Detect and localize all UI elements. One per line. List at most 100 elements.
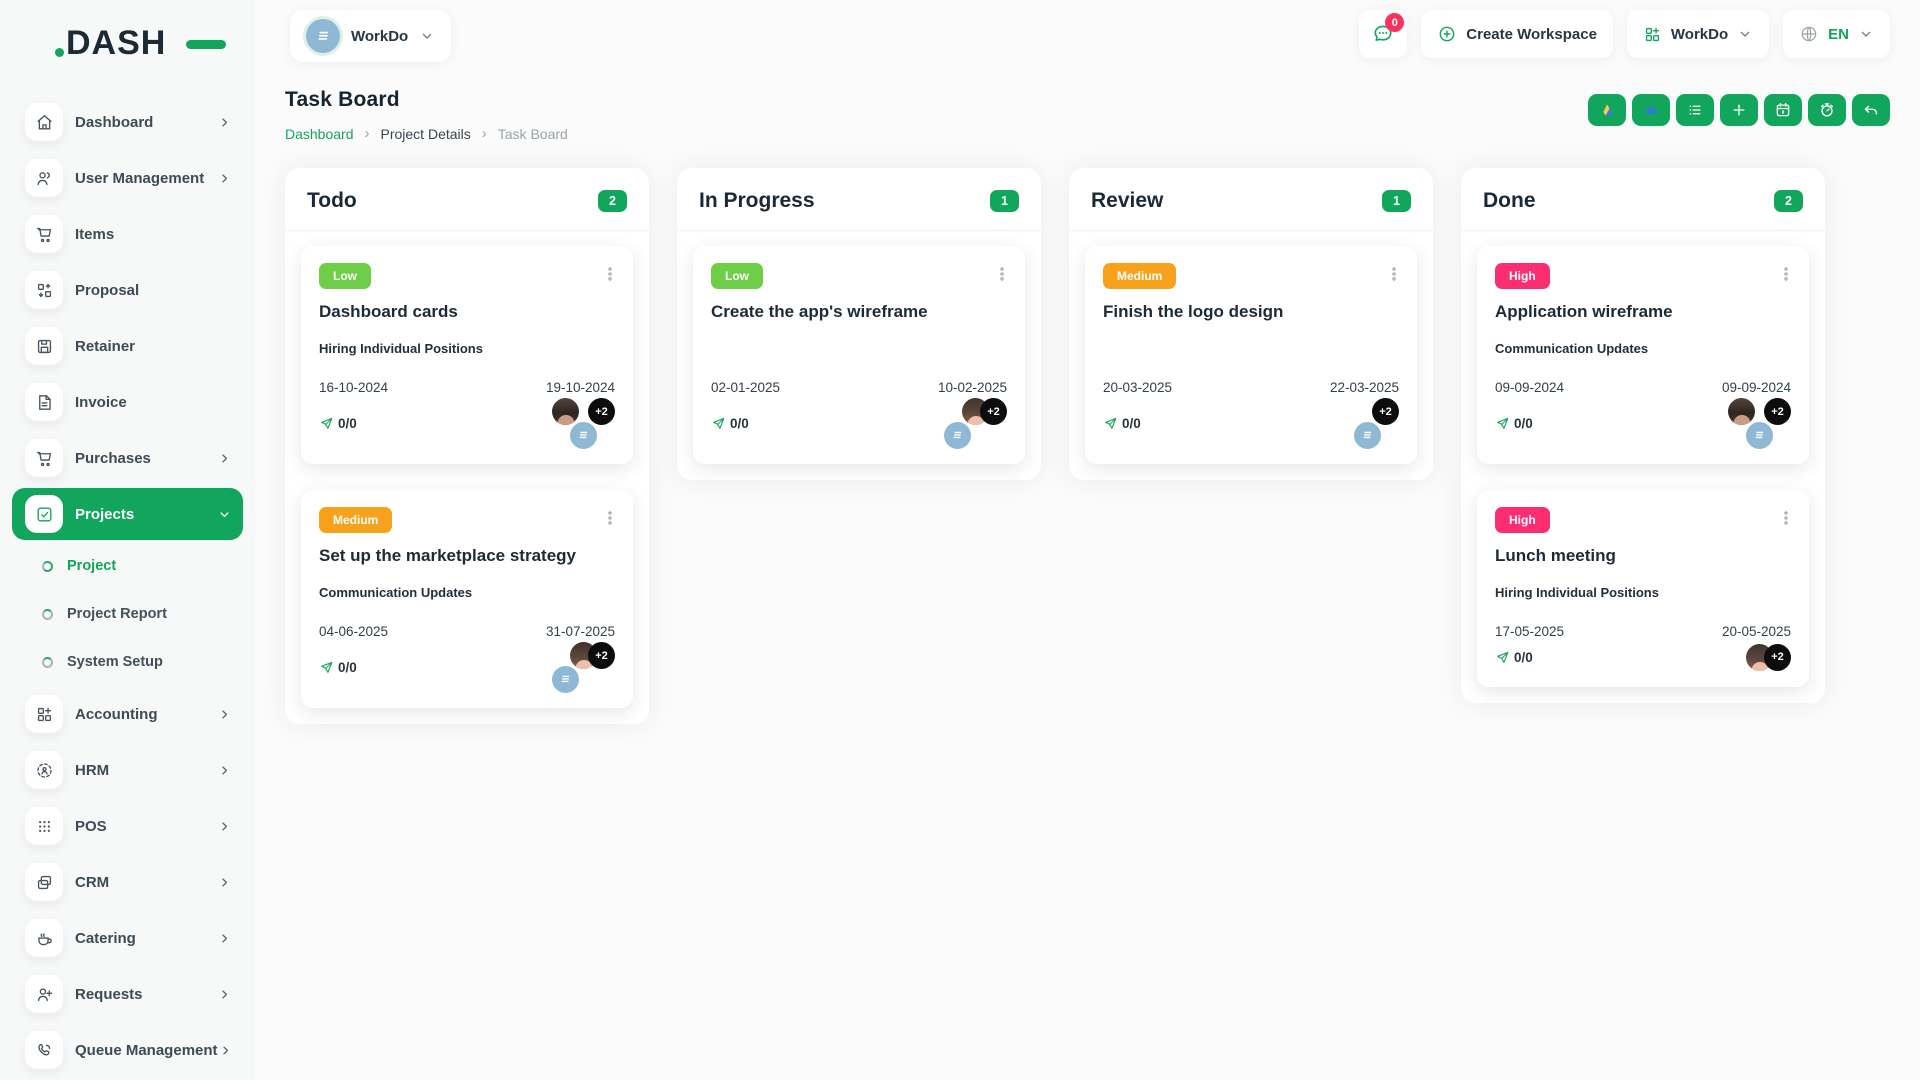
card-menu-button[interactable] <box>597 261 623 290</box>
users-icon <box>36 171 50 185</box>
task-subtitle: Hiring Individual Positions <box>1495 585 1659 600</box>
back-button[interactable] <box>1852 94 1890 126</box>
priority-badge: Low <box>711 263 763 289</box>
assignee-avatars: +2 <box>552 398 615 449</box>
card-menu-button[interactable] <box>989 261 1015 290</box>
timer-button[interactable] <box>1808 94 1846 126</box>
workspace-logo-avatar <box>944 422 971 449</box>
sidebar-item-requests[interactable]: Requests <box>12 966 243 1022</box>
pos-icon <box>25 807 63 845</box>
sidebar-item-purchases[interactable]: Purchases <box>12 430 243 486</box>
sidebar-item-user-management[interactable]: User Management <box>12 150 243 206</box>
sidebar-item-projects[interactable]: Projects <box>12 488 243 540</box>
sidebar-item-pos[interactable]: POS <box>12 798 243 854</box>
task-subtitle: Communication Updates <box>319 585 473 600</box>
create-workspace-label: Create Workspace <box>1466 25 1597 43</box>
cart-icon <box>36 451 51 466</box>
catering-icon <box>25 919 63 957</box>
task-card[interactable]: High Application wireframe Communication… <box>1477 246 1809 464</box>
sidebar-item-crm[interactable]: CRM <box>12 854 243 910</box>
kebab-icon <box>1784 511 1788 525</box>
plus-circle-icon <box>1437 24 1457 44</box>
logo-dash-icon <box>186 40 226 49</box>
board-toolbar <box>1588 94 1890 126</box>
assignee-avatars: +2 <box>552 642 615 693</box>
building-icon <box>579 431 588 439</box>
column-title: Review <box>1091 189 1164 212</box>
send-icon <box>1497 417 1509 429</box>
sidebar-subitem-project-report[interactable]: Project Report <box>12 590 243 638</box>
task-card[interactable]: Low Create the app's wireframe 02-01-202… <box>693 246 1025 464</box>
sidebar-item-retainer[interactable]: Retainer <box>12 318 243 374</box>
page-title: Task Board <box>285 88 400 111</box>
chevron-right-icon <box>222 933 227 943</box>
task-title: Application wireframe <box>1495 302 1673 321</box>
progress-count: 0/0 <box>1514 649 1533 665</box>
task-card[interactable]: High Lunch meeting Hiring Individual Pos… <box>1477 490 1809 687</box>
end-date: 19-10-2024 <box>545 380 615 395</box>
add-task-button[interactable] <box>1720 94 1758 126</box>
sidebar-item-dashboard[interactable]: Dashboard <box>12 94 243 150</box>
sidebar-item-items[interactable]: Items <box>12 206 243 262</box>
app-logo[interactable]: DASH <box>55 24 226 64</box>
column-count-badge: 2 <box>1774 190 1803 212</box>
task-card[interactable]: Medium Set up the marketplace strategy C… <box>301 490 633 708</box>
card-menu-button[interactable] <box>1773 261 1799 290</box>
card-menu-button[interactable] <box>597 505 623 534</box>
task-card[interactable]: Medium Finish the logo design 20-03-2025… <box>1085 246 1417 464</box>
crm-icon <box>37 875 51 889</box>
send-icon <box>713 417 725 429</box>
building-icon <box>561 675 570 683</box>
priority-badge: High <box>1495 263 1550 289</box>
send-icon <box>1495 650 1510 665</box>
breadcrumb-item-dashboard[interactable]: Dashboard <box>285 126 354 142</box>
task-card[interactable]: Low Dashboard cards Hiring Individual Po… <box>301 246 633 464</box>
column-count-badge: 1 <box>990 190 1019 212</box>
sidebar-item-hrm[interactable]: HRM <box>12 742 243 798</box>
chevron-right-icon: › <box>481 125 487 142</box>
progress-count: 0/0 <box>1122 416 1141 431</box>
workspace-selector[interactable]: WorkDo <box>290 10 452 62</box>
end-date: 31-07-2025 <box>545 624 615 639</box>
user-plus-icon <box>37 987 52 1001</box>
member-avatar <box>1728 398 1755 425</box>
messages-button[interactable]: 0 <box>1359 10 1408 58</box>
invoice-icon <box>25 383 63 421</box>
language-selector[interactable]: EN <box>1783 10 1890 58</box>
phone-icon <box>37 1043 50 1056</box>
logo-dot-icon <box>55 48 64 57</box>
building-icon <box>1363 431 1372 439</box>
progress-count: 0/0 <box>338 416 357 431</box>
assignee-avatars: +2 <box>944 398 1007 449</box>
sidebar-item-proposal[interactable]: Proposal <box>12 262 243 318</box>
plus-icon <box>1733 104 1745 116</box>
retainer-icon <box>25 327 63 365</box>
more-members-badge: +2 <box>588 398 615 425</box>
card-menu-button[interactable] <box>1773 505 1799 534</box>
onedrive-button[interactable] <box>1632 94 1670 126</box>
chevron-down-icon <box>422 33 432 39</box>
invoice-icon <box>38 394 51 410</box>
sidebar-item-queue-management[interactable]: Queue Management <box>12 1022 243 1078</box>
calendar-view-button[interactable] <box>1764 94 1802 126</box>
sidebar-item-accounting[interactable]: Accounting <box>12 686 243 742</box>
card-menu-button[interactable] <box>1381 261 1407 290</box>
content: Task Board Dashboard › Project Details › Tas… <box>255 62 1920 724</box>
sidebar-subitem-system-setup[interactable]: System Setup <box>12 638 243 686</box>
create-workspace-button[interactable]: Create Workspace <box>1421 10 1613 58</box>
assignee-avatars: +2 <box>1354 398 1399 449</box>
globe-icon <box>1799 24 1819 44</box>
sidebar-item-catering[interactable]: Catering <box>12 910 243 966</box>
workspace-switcher-label: WorkDo <box>1670 25 1729 43</box>
sidebar-item-invoice[interactable]: Invoice <box>12 374 243 430</box>
plus-circle-icon <box>1439 26 1455 42</box>
breadcrumb-item-project-details: Project Details <box>380 125 471 142</box>
workspace-switcher[interactable]: WorkDo <box>1626 10 1770 58</box>
google-drive-button[interactable] <box>1588 94 1626 126</box>
list-view-button[interactable] <box>1676 94 1714 126</box>
kebab-icon <box>1000 267 1004 281</box>
pos-icon <box>38 820 50 832</box>
more-members-badge: +2 <box>1764 643 1791 671</box>
sidebar-subitem-project[interactable]: Project <box>12 542 243 590</box>
phone-icon <box>25 1031 63 1069</box>
